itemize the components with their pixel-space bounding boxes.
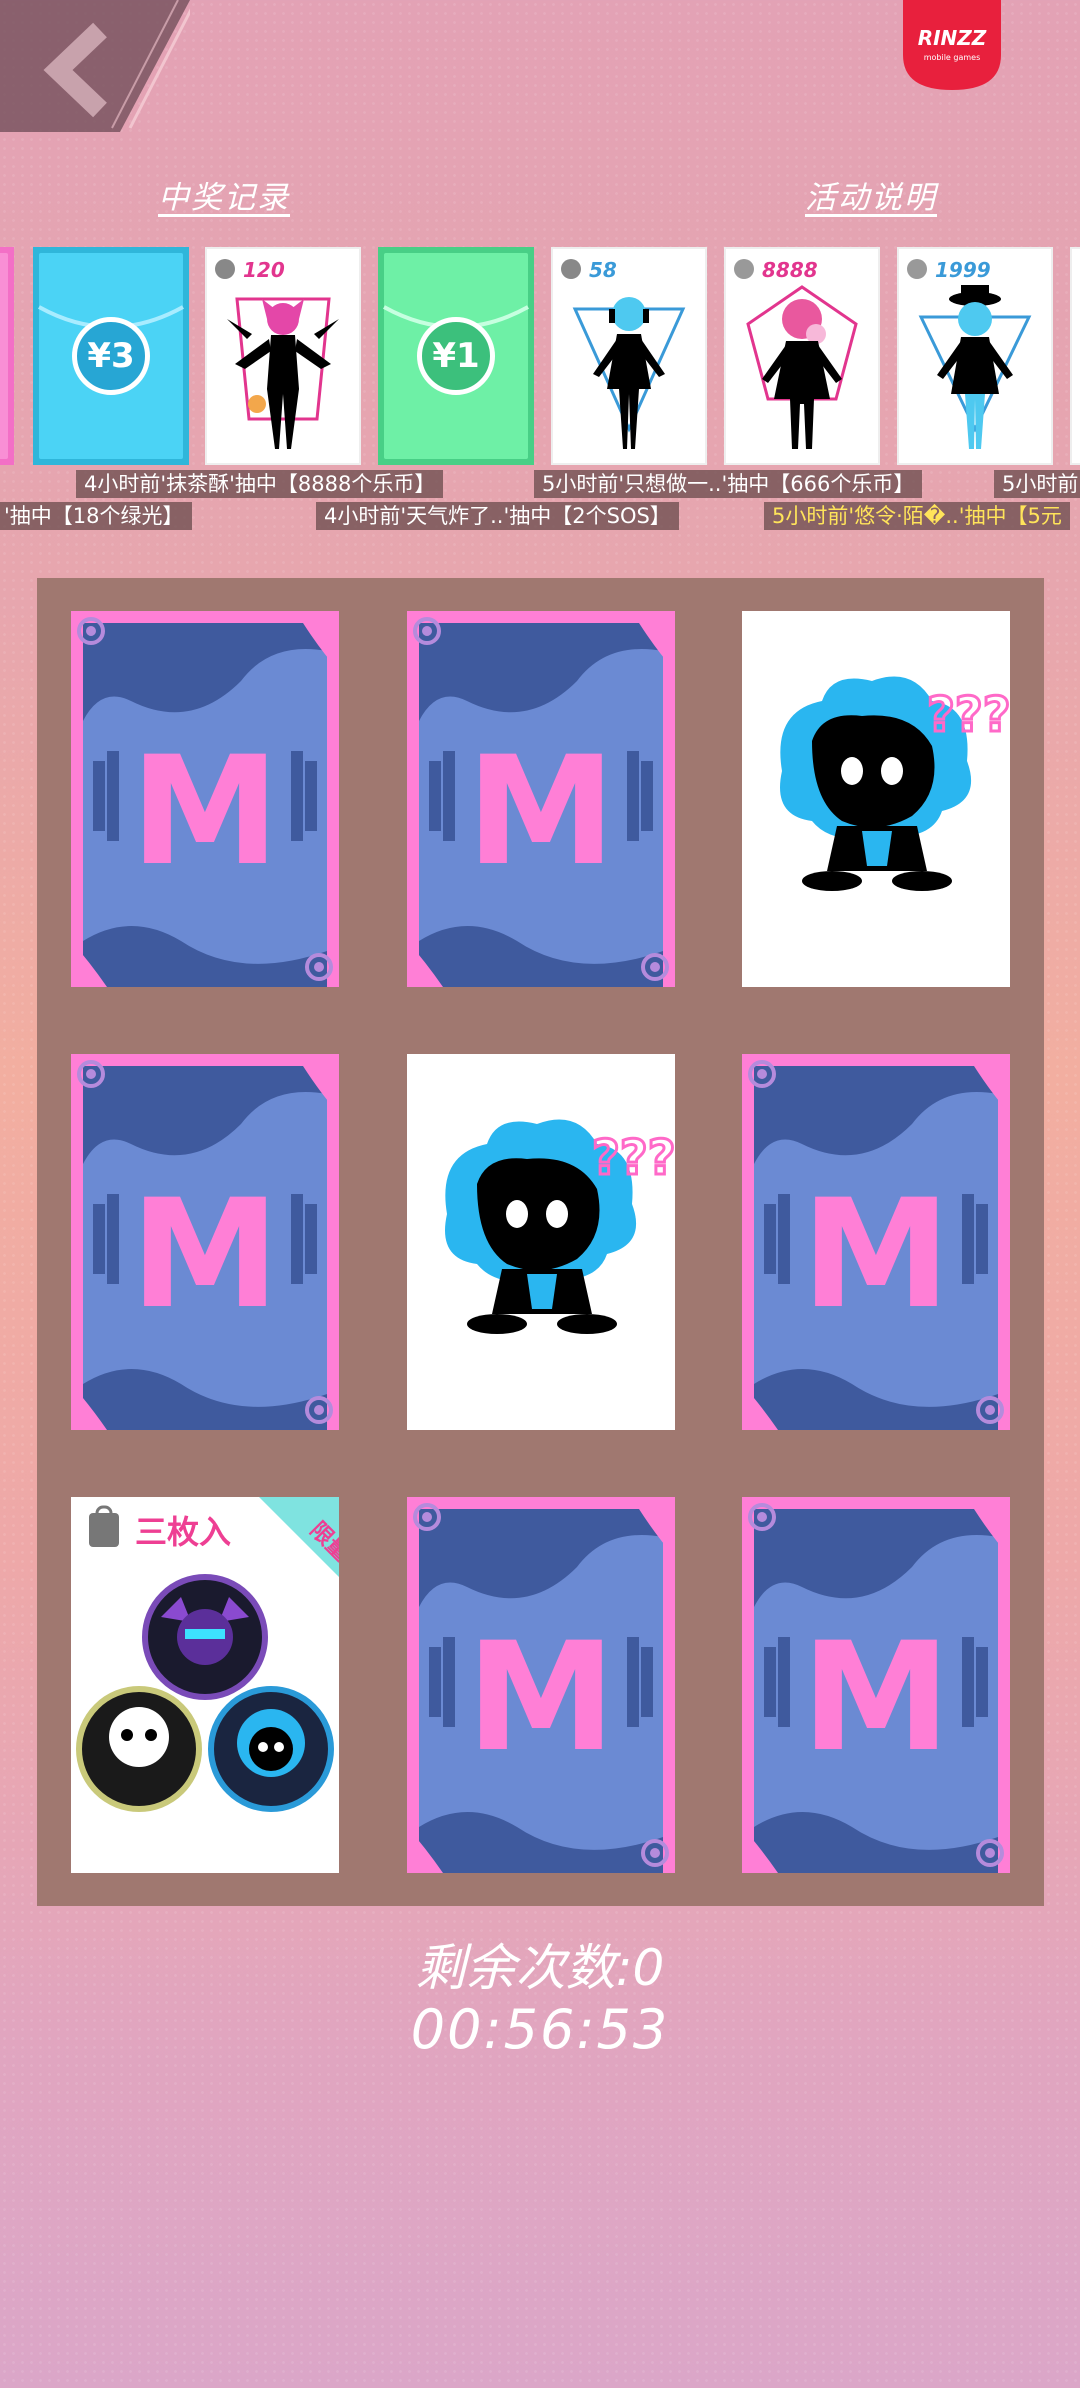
countdown-timer: 00:56:53 bbox=[410, 1998, 670, 2061]
card-letter: M bbox=[130, 1168, 279, 1342]
coin-icon bbox=[907, 259, 927, 279]
card-slot[interactable]: M bbox=[71, 611, 339, 987]
remaining-attempts: 剩余次数:0 bbox=[415, 1939, 665, 1997]
blue-hair-character-icon: ??? bbox=[780, 676, 1012, 891]
win-ticker: 5小时前'只想做一..'抽中【666个乐币】 bbox=[534, 470, 923, 498]
headphone-girl-silhouette-icon bbox=[572, 297, 686, 449]
hat-girl-silhouette-icon bbox=[918, 285, 1032, 449]
blue-hair-character-icon: ??? bbox=[445, 1119, 677, 1334]
win-ticker: 4小时前'天气炸了..'抽中【2个SOS】 bbox=[316, 502, 679, 530]
svg-text:???: ??? bbox=[592, 1130, 675, 1186]
card-back[interactable]: M bbox=[742, 1054, 1010, 1430]
card-letter: M bbox=[801, 1611, 950, 1785]
svg-text:???: ??? bbox=[927, 687, 1010, 743]
card-back[interactable]: M bbox=[407, 611, 675, 987]
coin-icon bbox=[734, 259, 754, 279]
card-slot[interactable]: 三枚入 限量 bbox=[71, 1497, 354, 1873]
rinzz-logo: RINZZ mobile games bbox=[903, 0, 1001, 90]
revealed-card: ??? bbox=[407, 1054, 677, 1430]
card-letter: M bbox=[466, 1611, 615, 1785]
card-back[interactable]: M bbox=[742, 1497, 1010, 1873]
coin-icon bbox=[561, 259, 581, 279]
card-board: M M ??? M ??? M 三枚入 限量 M M bbox=[37, 578, 1044, 1906]
prize-strip[interactable]: ¥3 120 ¥1 58 8888 1999 bbox=[0, 247, 1080, 469]
activity-rules-link[interactable]: 活动说明 bbox=[805, 172, 937, 217]
win-ticker: 5小时前 bbox=[994, 470, 1080, 498]
prize-envelope: ¥3 bbox=[33, 247, 189, 465]
prize-card bbox=[1070, 247, 1080, 465]
prize-card: 1999 bbox=[897, 247, 1053, 465]
prize-envelope bbox=[0, 247, 14, 465]
card-slot[interactable]: M bbox=[742, 1054, 1010, 1430]
svg-text:mobile games: mobile games bbox=[924, 53, 981, 62]
prize-history-link[interactable]: 中奖记录 bbox=[158, 172, 290, 217]
card-slot[interactable]: M bbox=[407, 1497, 675, 1873]
prize-card: 58 bbox=[551, 247, 707, 465]
back-button[interactable] bbox=[0, 0, 198, 132]
coin-icon bbox=[215, 259, 235, 279]
prize-card: 8888 bbox=[724, 247, 880, 465]
card-slot[interactable]: M bbox=[407, 611, 675, 987]
bubblegum-girl-silhouette-icon bbox=[746, 285, 858, 449]
prize-envelope: ¥1 bbox=[378, 247, 534, 465]
card-slot[interactable]: M bbox=[742, 1497, 1010, 1873]
win-ticker: 5小时前'悠令·陌�..'抽中【5元 bbox=[764, 502, 1070, 530]
card-slot[interactable]: ??? bbox=[742, 611, 1012, 987]
svg-text:三枚入: 三枚入 bbox=[135, 1513, 231, 1551]
svg-text:RINZZ: RINZZ bbox=[918, 26, 987, 50]
revealed-card: ??? bbox=[742, 611, 1012, 987]
envelope-amount: ¥3 bbox=[72, 317, 150, 395]
win-ticker: 4小时前'抹茶酥'抽中【8888个乐币】 bbox=[76, 470, 444, 498]
card-slot[interactable]: ??? bbox=[407, 1054, 677, 1430]
card-back[interactable]: M bbox=[71, 611, 339, 987]
card-letter: M bbox=[466, 725, 615, 899]
card-back[interactable]: M bbox=[71, 1054, 339, 1430]
bat-girl-silhouette-icon bbox=[227, 297, 339, 449]
card-letter: M bbox=[130, 725, 279, 899]
card-back[interactable]: M bbox=[407, 1497, 675, 1873]
card-slot[interactable]: M bbox=[71, 1054, 339, 1430]
prize-card: 120 bbox=[205, 247, 361, 465]
badge-set-card: 三枚入 限量 bbox=[71, 1497, 354, 1873]
win-ticker: '抽中【18个绿光】 bbox=[0, 502, 192, 530]
card-letter: M bbox=[801, 1168, 950, 1342]
envelope-amount: ¥1 bbox=[417, 317, 495, 395]
